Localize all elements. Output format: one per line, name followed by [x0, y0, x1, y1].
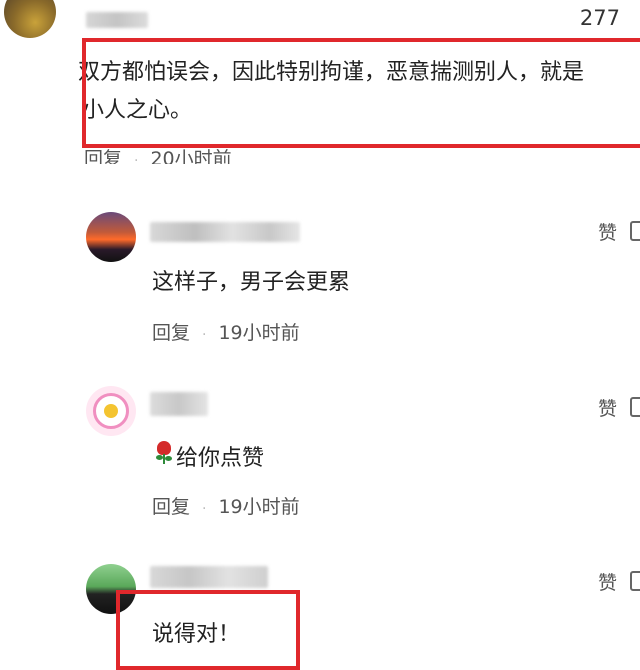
timestamp: 19小时前 [218, 322, 300, 344]
separator-dot: · [202, 501, 207, 517]
thumbs-up-icon[interactable] [630, 571, 640, 591]
like-button[interactable]: 赞 [598, 394, 617, 421]
reply-button[interactable]: 回复 [152, 322, 190, 344]
highlight-box [82, 38, 640, 148]
reply-meta: 回复 · 19小时前 [152, 318, 300, 345]
avatar[interactable] [86, 386, 136, 436]
username-blurred [150, 566, 268, 588]
highlight-box [116, 590, 300, 670]
separator-dot: · [134, 153, 139, 164]
like-button[interactable]: 赞 [598, 568, 617, 595]
username-blurred [150, 222, 300, 242]
thumbs-up-icon[interactable] [630, 397, 640, 417]
like-button[interactable]: 赞 [598, 218, 617, 245]
avatar[interactable] [4, 0, 56, 38]
username-blurred [86, 12, 148, 28]
reply-meta: 回复 · 19小时前 [152, 492, 300, 519]
reply-text: 给你点赞 [176, 446, 265, 471]
username-blurred [150, 392, 208, 416]
reply-button[interactable]: 回复 [152, 496, 190, 518]
rose-icon [154, 441, 174, 465]
like-count[interactable]: 277 [580, 6, 620, 30]
reply-text: 这样子，男子会更累 [152, 270, 351, 295]
avatar[interactable] [86, 212, 136, 262]
timestamp: 20小时前 [150, 148, 232, 164]
separator-dot: · [202, 327, 207, 343]
timestamp: 19小时前 [218, 496, 300, 518]
reply-button[interactable]: 回复 [84, 148, 122, 164]
thumbs-up-icon[interactable] [630, 221, 640, 241]
